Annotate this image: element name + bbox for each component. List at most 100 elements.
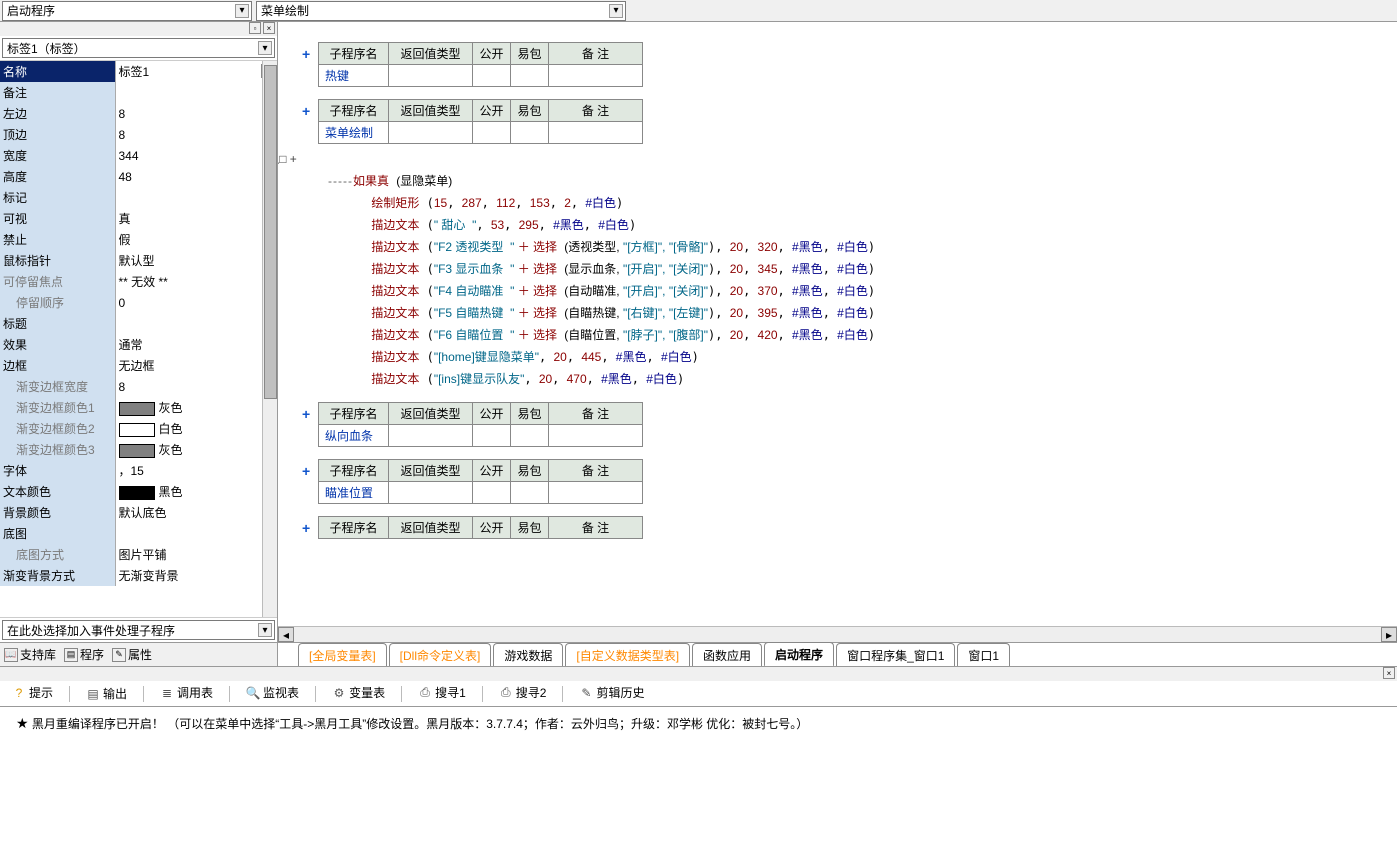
tab-icon: 🔍: [246, 686, 260, 700]
sub-header: 子程序名返回值类型公开易包备 注菜单绘制: [318, 99, 643, 144]
panel-close-icon[interactable]: ×: [263, 22, 275, 34]
color-swatch: [119, 486, 155, 500]
prop-label: 渐变边框颜色2: [0, 418, 115, 439]
prop-value[interactable]: 8: [115, 376, 277, 397]
expand-icon[interactable]: +: [302, 406, 310, 422]
output-tab[interactable]: ?提示: [6, 682, 59, 705]
output-message: 黑月重编译程序已开启！ （可以在菜单中选择“工具->黑月工具”修改设置。黑月版本…: [32, 717, 808, 731]
code-tab[interactable]: 游戏数据: [493, 643, 563, 666]
prop-value[interactable]: 灰色: [115, 439, 277, 460]
scrollbar-thumb[interactable]: [264, 65, 277, 399]
output-tab[interactable]: 🔍监视表: [240, 682, 305, 705]
prop-label: 底图方式: [0, 544, 115, 565]
prop-value[interactable]: 通常: [115, 334, 277, 355]
scroll-left-icon[interactable]: ◂: [278, 627, 294, 642]
prop-value[interactable]: 0: [115, 292, 277, 313]
prop-value[interactable]: 无渐变背景: [115, 565, 277, 586]
output-tab[interactable]: ⚙变量表: [326, 682, 391, 705]
prop-value[interactable]: 默认底色: [115, 502, 277, 523]
expand-icon[interactable]: +: [302, 103, 310, 119]
prop-label: 文本颜色: [0, 481, 115, 502]
prop-label: 鼠标指针: [0, 250, 115, 271]
code-tab[interactable]: 启动程序: [764, 642, 834, 666]
scrollbar-vertical[interactable]: [262, 61, 277, 617]
object-selector-combo[interactable]: 标签1（标签）: [2, 38, 275, 58]
page-icon: ▤: [64, 648, 78, 662]
prop-value[interactable]: 344: [115, 145, 277, 166]
prop-label: 渐变边框宽度: [0, 376, 115, 397]
expand-icon[interactable]: +: [302, 46, 310, 62]
prop-value[interactable]: 假: [115, 229, 277, 250]
prop-value[interactable]: 48: [115, 166, 277, 187]
code-tab[interactable]: 函数应用: [692, 643, 762, 666]
code-tab[interactable]: [Dll命令定义表]: [389, 643, 492, 666]
property-grid[interactable]: 名称标签1…备注左边8顶边8宽度344高度48标记可视真禁止假鼠标指针默认型可停…: [0, 61, 277, 617]
prop-value[interactable]: 8: [115, 124, 277, 145]
properties-panel: ▫ × 标签1（标签） 名称标签1…备注左边8顶边8宽度344高度48标记可视真…: [0, 22, 278, 666]
output-tab[interactable]: ⎙搜寻2: [493, 682, 553, 705]
prop-value[interactable]: 真: [115, 208, 277, 229]
prop-value[interactable]: 图片平铺: [115, 544, 277, 565]
program-combo[interactable]: 启动程序: [2, 1, 252, 21]
prop-value[interactable]: ，15: [115, 460, 277, 481]
prop-label: 可停留焦点: [0, 271, 115, 292]
left-tab-bar: 📖支持库 ▤程序 ✎属性: [0, 642, 277, 666]
output-close-icon[interactable]: ×: [1383, 667, 1395, 679]
prop-label: 边框: [0, 355, 115, 376]
prop-value[interactable]: 默认型: [115, 250, 277, 271]
output-tab[interactable]: ⎙搜寻1: [412, 682, 472, 705]
prop-label: 高度: [0, 166, 115, 187]
prop-label: 禁止: [0, 229, 115, 250]
prop-label: 底图: [0, 523, 115, 544]
code-tab[interactable]: [自定义数据类型表]: [565, 643, 690, 666]
tab-support-lib[interactable]: 📖支持库: [4, 646, 56, 663]
tab-property[interactable]: ✎属性: [112, 646, 152, 663]
event-selector-combo[interactable]: 在此处选择加入事件处理子程序: [2, 620, 275, 640]
sub-header: 子程序名返回值类型公开易包备 注纵向血条: [318, 402, 643, 447]
prop-value[interactable]: 无边框: [115, 355, 277, 376]
loop-icon[interactable]: ⤹□ +: [278, 148, 1331, 170]
prop-value[interactable]: [115, 82, 277, 103]
scroll-right-icon[interactable]: ▸: [1381, 627, 1397, 642]
expand-icon[interactable]: +: [302, 520, 310, 536]
prop-value[interactable]: 标签1…: [115, 61, 277, 82]
output-tab[interactable]: ≣调用表: [154, 682, 219, 705]
prop-label: 效果: [0, 334, 115, 355]
prop-value[interactable]: 黑色: [115, 481, 277, 502]
book-icon: 📖: [4, 648, 18, 662]
program-combo-text: 启动程序: [7, 2, 55, 19]
subroutine-combo[interactable]: 菜单绘制: [256, 1, 626, 21]
code-editor[interactable]: +子程序名返回值类型公开易包备 注热键+子程序名返回值类型公开易包备 注菜单绘制…: [278, 22, 1397, 626]
code-tab[interactable]: 窗口程序集_窗口1: [836, 643, 955, 666]
prop-value[interactable]: 8: [115, 103, 277, 124]
prop-label: 顶边: [0, 124, 115, 145]
code-tab-bar: [全局变量表][Dll命令定义表]游戏数据[自定义数据类型表]函数应用启动程序窗…: [278, 642, 1397, 666]
top-toolbar: 启动程序 菜单绘制: [0, 0, 1397, 22]
prop-value[interactable]: [115, 313, 277, 334]
sub-header: 子程序名返回值类型公开易包备 注瞄准位置: [318, 459, 643, 504]
prop-value[interactable]: ** 无效 **: [115, 271, 277, 292]
chevron-down-icon: [258, 41, 272, 55]
tab-icon: ≣: [160, 686, 174, 700]
color-swatch: [119, 402, 155, 416]
prop-label: 渐变边框颜色3: [0, 439, 115, 460]
prop-value[interactable]: 灰色: [115, 397, 277, 418]
subroutine-combo-text: 菜单绘制: [261, 2, 309, 19]
prop-label: 名称: [0, 61, 115, 82]
color-swatch: [119, 444, 155, 458]
prop-value[interactable]: [115, 523, 277, 544]
panel-pin-icon[interactable]: ▫: [249, 22, 261, 34]
scrollbar-horizontal[interactable]: ◂ ▸: [278, 626, 1397, 642]
prop-label: 渐变边框颜色1: [0, 397, 115, 418]
code-tab[interactable]: [全局变量表]: [298, 643, 387, 666]
output-panel: × ?提示▤输出≣调用表🔍监视表⚙变量表⎙搜寻1⎙搜寻2✎剪辑历史 ★ 黑月重编…: [0, 666, 1397, 844]
prop-value[interactable]: 白色: [115, 418, 277, 439]
output-tab[interactable]: ▤输出: [80, 683, 133, 704]
prop-value[interactable]: [115, 187, 277, 208]
output-tab[interactable]: ✎剪辑历史: [573, 682, 650, 705]
chevron-down-icon: [235, 4, 249, 18]
prop-label: 标题: [0, 313, 115, 334]
code-tab[interactable]: 窗口1: [957, 643, 1010, 666]
tab-program[interactable]: ▤程序: [64, 646, 104, 663]
expand-icon[interactable]: +: [302, 463, 310, 479]
